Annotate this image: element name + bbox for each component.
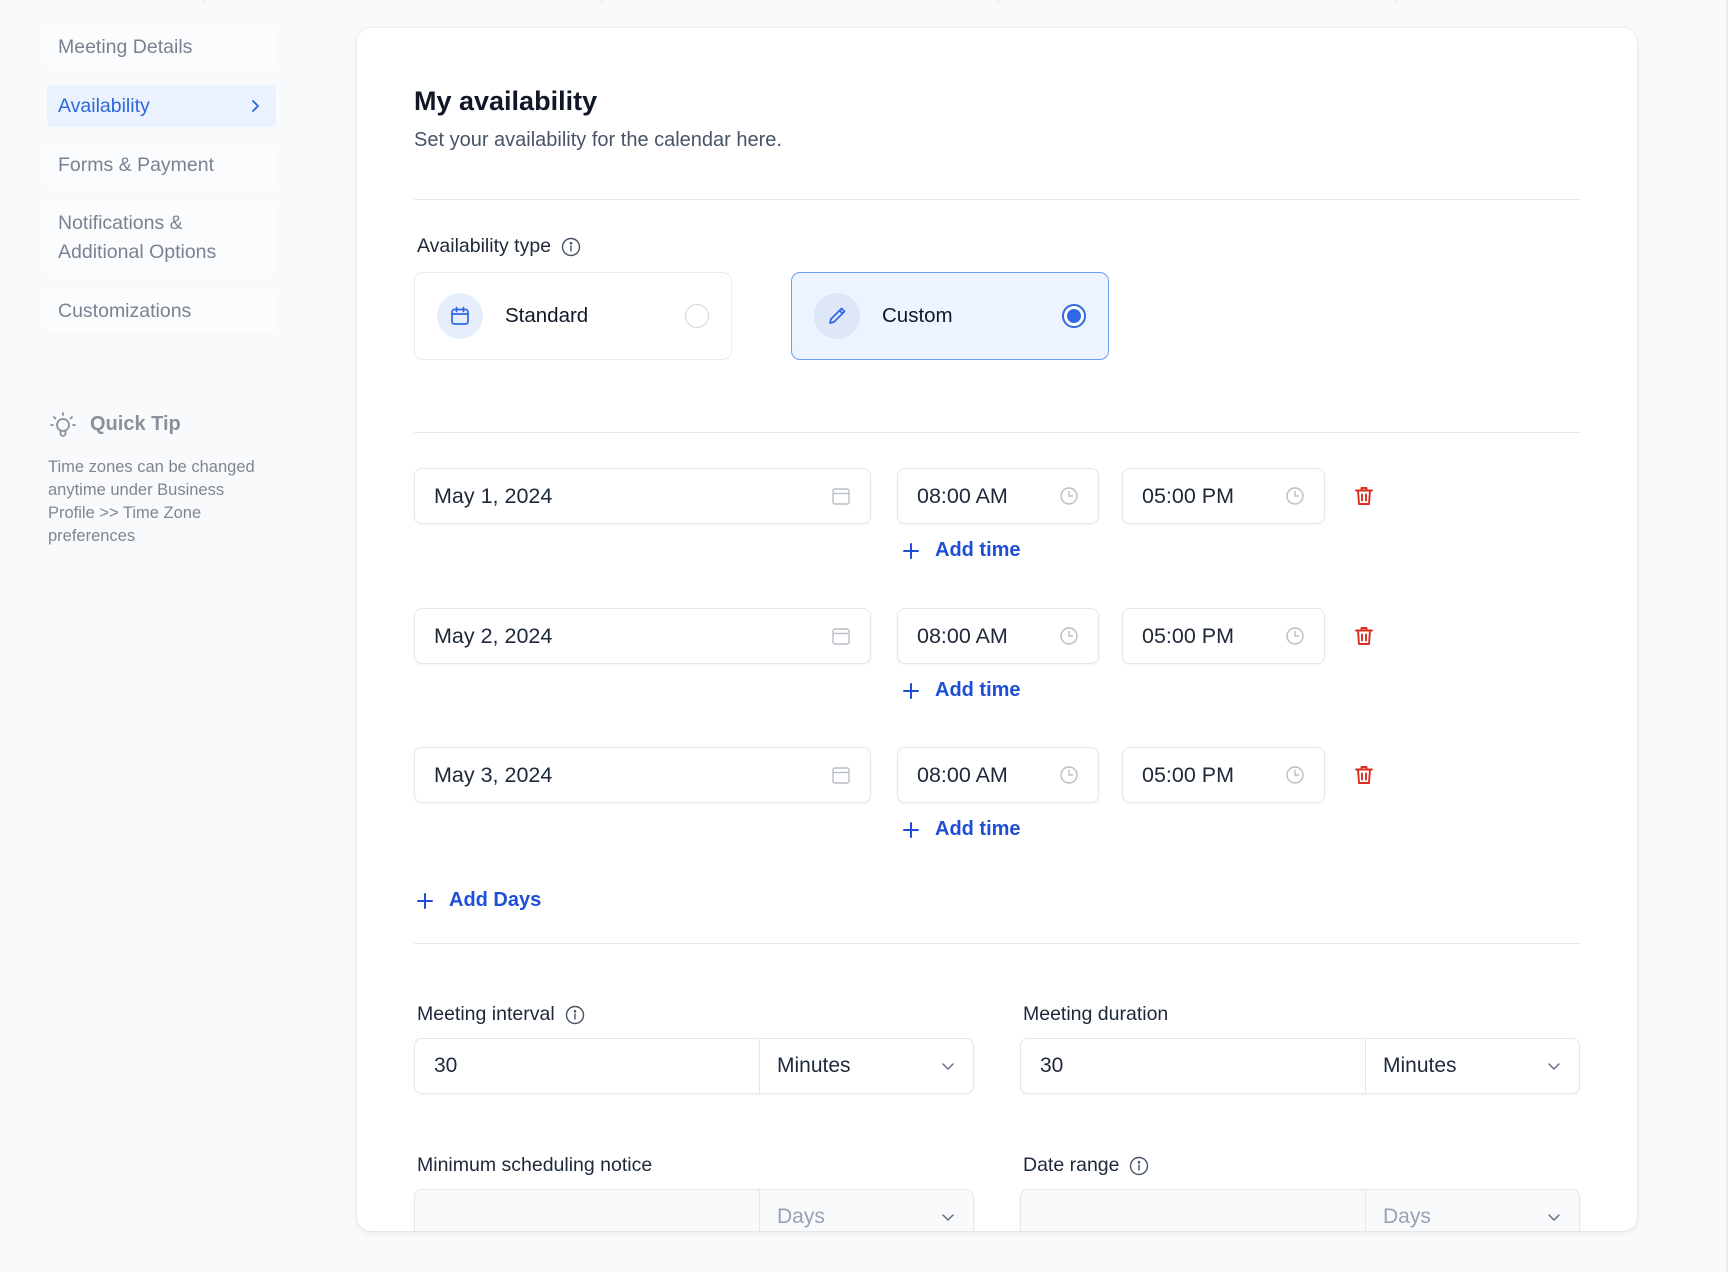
clock-icon (1286, 766, 1304, 784)
date-range-label: Date range (1023, 1154, 1149, 1177)
availability-option-custom[interactable]: Custom (791, 272, 1109, 360)
sidebar-item-notifications[interactable]: Notifications & Additional Options (47, 202, 276, 273)
sidebar-item-label: Forms & Payment (58, 153, 215, 176)
end-time-input[interactable]: 05:00 PM (1122, 468, 1325, 524)
date-input[interactable]: May 3, 2024 (414, 747, 871, 803)
min-notice-input[interactable] (415, 1190, 760, 1231)
meeting-interval-unit-select[interactable]: Minutes (760, 1039, 973, 1093)
meeting-duration-field: 30 Minutes (1020, 1038, 1580, 1094)
end-time-value: 05:00 PM (1142, 762, 1235, 787)
start-time-input[interactable]: 08:00 AM (897, 468, 1099, 524)
chevron-down-icon (942, 1063, 954, 1070)
date-value: May 3, 2024 (434, 762, 553, 787)
start-time-value: 08:00 AM (917, 483, 1008, 508)
page-subtitle: Set your availability for the calendar h… (414, 129, 782, 151)
date-range-input[interactable] (1021, 1190, 1366, 1231)
sidebar-item-availability[interactable]: Availability (47, 85, 276, 127)
lightbulb-icon (50, 412, 76, 437)
meeting-duration-label: Meeting duration (1023, 1003, 1169, 1025)
quick-tip-title: Quick Tip (90, 412, 181, 435)
plus-icon (417, 892, 433, 909)
add-days-button[interactable]: Add Days (415, 889, 541, 912)
plus-icon (903, 682, 919, 699)
start-time-value: 08:00 AM (917, 762, 1008, 787)
min-notice-field: Days (414, 1189, 974, 1231)
quick-tip-body: Time zones can be changed anytime under … (48, 458, 255, 545)
radio-standard[interactable] (685, 304, 709, 328)
pencil-icon (829, 307, 846, 324)
meeting-duration-input[interactable]: 30 (1021, 1039, 1366, 1093)
start-time-value: 08:00 AM (917, 623, 1008, 648)
clock-icon (1060, 487, 1078, 505)
quick-tip: Quick Tip Time zones can be changed anyt… (48, 409, 268, 548)
date-range-field: Days (1020, 1189, 1580, 1231)
end-time-value: 05:00 PM (1142, 623, 1235, 648)
chevron-right-icon (252, 100, 259, 112)
sidebar-item-meeting-details[interactable]: Meeting Details (47, 26, 276, 69)
chevron-down-icon (1548, 1063, 1560, 1070)
date-input[interactable]: May 2, 2024 (414, 608, 871, 664)
clock-icon (1286, 487, 1304, 505)
calendar-icon (832, 488, 850, 505)
calendar-icon (832, 767, 850, 784)
date-value: May 2, 2024 (434, 623, 553, 648)
start-time-input[interactable]: 08:00 AM (897, 747, 1099, 803)
min-notice-label: Minimum scheduling notice (417, 1154, 653, 1176)
meeting-interval-field: 30 Minutes (414, 1038, 974, 1094)
end-time-input[interactable]: 05:00 PM (1122, 747, 1325, 803)
plus-icon (903, 821, 919, 838)
sidebar-item-forms-payment[interactable]: Forms & Payment (47, 144, 276, 186)
meeting-interval-label: Meeting interval (417, 1003, 585, 1026)
date-value: May 1, 2024 (434, 483, 553, 508)
add-time-button[interactable]: Add time (901, 539, 1021, 562)
calendar-icon (451, 306, 469, 325)
delete-icon[interactable] (1352, 484, 1376, 508)
sidebar-item-label: Customizations (58, 299, 192, 322)
meeting-interval-input[interactable]: 30 (415, 1039, 760, 1093)
clock-icon (1060, 766, 1078, 784)
clock-icon (1060, 627, 1078, 645)
option-label: Custom (882, 304, 953, 327)
end-time-input[interactable]: 05:00 PM (1122, 608, 1325, 664)
add-time-button[interactable]: Add time (901, 679, 1021, 702)
add-time-button[interactable]: Add time (901, 818, 1021, 841)
page-title: My availability (414, 86, 598, 116)
availability-type-label: Availability type (417, 235, 581, 258)
sidebar-item-label: Availability (58, 94, 150, 117)
divider (414, 432, 1580, 433)
min-notice-unit-select[interactable]: Days (760, 1190, 973, 1231)
sidebar-item-label: Notifications & Additional Options (58, 211, 217, 263)
availability-card: My availability Set your availability fo… (357, 28, 1637, 1231)
date-range-unit-select[interactable]: Days (1366, 1190, 1579, 1231)
start-time-input[interactable]: 08:00 AM (897, 608, 1099, 664)
info-icon[interactable] (1129, 1156, 1149, 1176)
end-time-value: 05:00 PM (1142, 483, 1235, 508)
chevron-down-icon (942, 1214, 954, 1221)
option-label: Standard (505, 304, 589, 327)
plus-icon (903, 542, 919, 559)
sidebar-item-customizations[interactable]: Customizations (47, 290, 276, 332)
date-input[interactable]: May 1, 2024 (414, 468, 871, 524)
availability-option-standard[interactable]: Standard (414, 272, 732, 360)
calendar-icon (832, 628, 850, 645)
divider (414, 943, 1580, 944)
sidebar-item-label: Meeting Details (58, 36, 193, 58)
divider (414, 199, 1580, 200)
radio-custom[interactable] (1062, 304, 1086, 328)
delete-icon[interactable] (1352, 763, 1376, 787)
info-icon[interactable] (565, 1005, 585, 1025)
meeting-duration-unit-select[interactable]: Minutes (1366, 1039, 1579, 1093)
clock-icon (1286, 627, 1304, 645)
chevron-down-icon (1548, 1214, 1560, 1221)
delete-icon[interactable] (1352, 624, 1376, 648)
info-icon[interactable] (561, 237, 581, 257)
